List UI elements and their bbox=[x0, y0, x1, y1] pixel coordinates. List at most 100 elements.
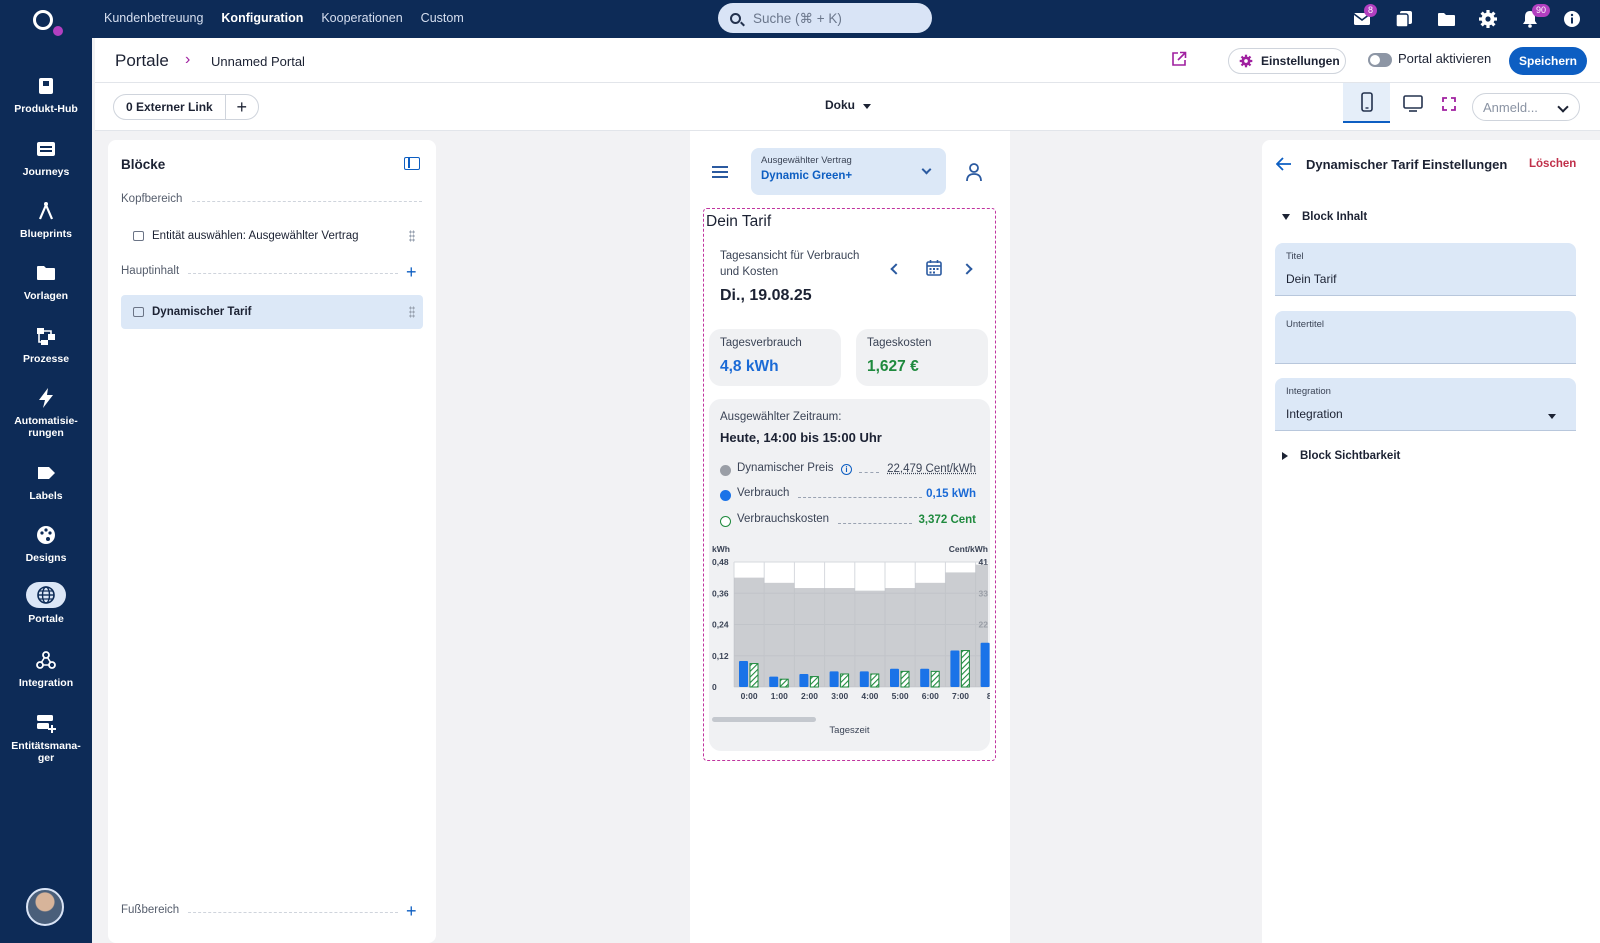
sidebar-item-labels[interactable]: Labels bbox=[0, 462, 92, 502]
panel-collapse-icon[interactable] bbox=[404, 157, 420, 170]
day-view-label: Tagesansicht für Verbrauch und Kosten bbox=[720, 250, 860, 278]
sidebar-item-portale[interactable]: Portale bbox=[0, 582, 92, 625]
cost-bar bbox=[930, 670, 940, 688]
daily-consumption-value: 4,8 kWh bbox=[720, 358, 779, 375]
section-label-footer: Fußbereich bbox=[121, 904, 180, 916]
app-logo[interactable] bbox=[31, 8, 65, 38]
nav-custom[interactable]: Custom bbox=[421, 11, 464, 25]
calendar-icon[interactable] bbox=[926, 259, 942, 276]
sidebar-item-label: Vorlagen bbox=[23, 290, 69, 302]
accordion-label: Block Sichtbarkeit bbox=[1300, 450, 1401, 462]
info-icon[interactable] bbox=[1558, 6, 1586, 32]
user-icon[interactable] bbox=[965, 162, 983, 182]
sidebar-item-entitaetsmanager[interactable]: Entitätsmana- ger bbox=[0, 712, 92, 764]
x-tick-label: 0:00 bbox=[741, 691, 758, 701]
fullscreen-icon[interactable] bbox=[1442, 97, 1456, 111]
price-area-bar bbox=[794, 588, 825, 687]
external-link-group: 0 Externer Link + bbox=[113, 94, 259, 120]
sidebar-item-label: Automatisie- rungen bbox=[14, 415, 78, 439]
title-field[interactable]: Titel Dein Tarif bbox=[1275, 243, 1576, 296]
doc-select[interactable]: Doku bbox=[825, 98, 855, 112]
page-header: Portale › Unnamed Portal Einstellungen P… bbox=[95, 38, 1600, 83]
block-row-dynamic-tariff[interactable]: Dynamischer Tarif bbox=[121, 295, 423, 329]
save-button[interactable]: Speichern bbox=[1509, 47, 1587, 75]
daily-cost-label: Tageskosten bbox=[867, 337, 932, 349]
block-row-label: Entität auswählen: Ausgewählter Vertrag bbox=[152, 230, 359, 242]
blocks-panel: Blöcke Kopfbereich Entität auswählen: Au… bbox=[108, 140, 436, 943]
daily-consumption-label: Tagesverbrauch bbox=[720, 337, 802, 349]
caret-down-icon[interactable] bbox=[863, 104, 871, 109]
search-input[interactable] bbox=[753, 10, 923, 26]
integration-select-value: Integration bbox=[1286, 407, 1343, 421]
dynamic-tariff-block[interactable]: Dein Tarif Tagesansicht für Verbrauch un… bbox=[703, 208, 996, 761]
chevron-left-icon[interactable] bbox=[890, 263, 902, 275]
sidebar-item-journeys[interactable]: Journeys bbox=[0, 138, 92, 178]
add-footer-block-button[interactable]: + bbox=[406, 902, 417, 920]
accordion-block-content[interactable]: Block Inhalt bbox=[1282, 211, 1367, 223]
bell-badge: 90 bbox=[1532, 4, 1551, 17]
cost-bar bbox=[870, 673, 880, 688]
drag-handle-icon[interactable] bbox=[409, 230, 415, 242]
copy-icon[interactable] bbox=[1390, 6, 1418, 32]
legend-swatch bbox=[720, 490, 731, 501]
gear-icon[interactable] bbox=[1474, 6, 1502, 32]
mail-badge: 8 bbox=[1364, 4, 1378, 17]
login-state-select[interactable]: Anmeld... bbox=[1472, 93, 1580, 121]
legend-value: 22,479 Cent/kWh bbox=[887, 463, 976, 475]
consumption-bar bbox=[950, 650, 960, 687]
folder-icon[interactable] bbox=[1432, 6, 1460, 32]
chart-scrollbar[interactable] bbox=[712, 717, 816, 722]
accordion-block-visibility[interactable]: Block Sichtbarkeit bbox=[1282, 450, 1400, 462]
external-link-button[interactable]: 0 Externer Link bbox=[114, 95, 226, 119]
login-state-value: Anmeld... bbox=[1483, 99, 1538, 115]
info-icon[interactable]: i bbox=[841, 464, 852, 475]
sidebar-item-vorlagen[interactable]: Vorlagen bbox=[0, 262, 92, 302]
desktop-view-icon[interactable] bbox=[1403, 95, 1423, 112]
portal-activate-label: Portal aktivieren bbox=[1398, 51, 1492, 66]
selected-range-card: Ausgewählter Zeitraum: Heute, 14:00 bis … bbox=[709, 399, 990, 751]
menu-icon[interactable] bbox=[712, 166, 728, 178]
nav-kooperationen[interactable]: Kooperationen bbox=[321, 11, 402, 25]
daily-cost-card: Tageskosten 1,627 € bbox=[856, 329, 988, 386]
price-area-bar bbox=[915, 582, 946, 687]
delete-block-button[interactable]: Löschen bbox=[1529, 158, 1576, 170]
add-link-button[interactable]: + bbox=[226, 95, 258, 119]
mobile-view-button[interactable] bbox=[1343, 83, 1390, 123]
consumption-bar bbox=[890, 668, 899, 687]
contract-selector[interactable]: Ausgewählter Vertrag Dynamic Green+ bbox=[751, 148, 946, 195]
external-link-icon[interactable] bbox=[1171, 51, 1187, 67]
settings-button[interactable]: Einstellungen bbox=[1228, 48, 1346, 74]
y-tick-label-left: 0,36 bbox=[712, 588, 729, 598]
integration-select[interactable]: Integration Integration bbox=[1275, 378, 1576, 431]
sidebar-item-automatisierungen[interactable]: Automatisie- rungen bbox=[0, 387, 92, 439]
legend-name: Verbrauch bbox=[737, 487, 790, 499]
bell-icon[interactable]: 90 bbox=[1516, 4, 1551, 32]
integration-select-label: Integration bbox=[1286, 386, 1331, 397]
drag-handle-icon[interactable] bbox=[409, 306, 415, 318]
sidebar-item-designs[interactable]: Designs bbox=[0, 524, 92, 564]
folder-icon bbox=[37, 266, 55, 280]
x-tick-label: 2:00 bbox=[801, 691, 818, 701]
sidebar-item-blueprints[interactable]: Blueprints bbox=[0, 200, 92, 240]
sidebar-item-integration[interactable]: Integration bbox=[0, 649, 92, 689]
add-main-block-button[interactable]: + bbox=[406, 263, 417, 281]
portal-activate-toggle[interactable] bbox=[1368, 53, 1392, 67]
mail-icon[interactable]: 8 bbox=[1348, 4, 1378, 32]
subtitle-field[interactable]: Untertitel bbox=[1275, 311, 1576, 364]
process-icon bbox=[37, 328, 55, 345]
breadcrumb-root[interactable]: Portale bbox=[115, 51, 169, 71]
contract-selector-value: Dynamic Green+ bbox=[761, 170, 853, 182]
nav-konfiguration[interactable]: Konfiguration bbox=[221, 11, 303, 25]
block-row-entity-select[interactable]: Entität auswählen: Ausgewählter Vertrag bbox=[121, 219, 423, 253]
sidebar-item-prozesse[interactable]: Prozesse bbox=[0, 325, 92, 365]
arrow-left-icon[interactable] bbox=[1276, 157, 1292, 171]
consumption-bar bbox=[980, 642, 990, 687]
chevron-right-icon[interactable] bbox=[961, 263, 973, 275]
avatar[interactable] bbox=[26, 888, 64, 926]
search-box[interactable] bbox=[718, 3, 932, 33]
breadcrumb-current: Unnamed Portal bbox=[211, 54, 305, 69]
nav-kundenbetreuung[interactable]: Kundenbetreuung bbox=[104, 11, 203, 25]
section-label-header: Kopfbereich bbox=[121, 193, 183, 205]
globe-icon bbox=[37, 586, 55, 604]
sidebar-item-produkt-hub[interactable]: Produkt-Hub bbox=[0, 75, 92, 115]
